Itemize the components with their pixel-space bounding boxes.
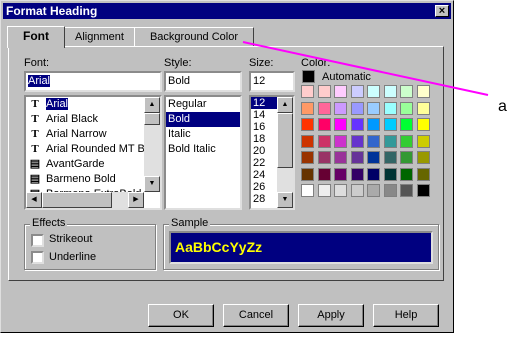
annotation-layer xyxy=(242,41,489,96)
annotation-label: a xyxy=(498,98,507,116)
annotation-label-text: a xyxy=(498,98,507,115)
annotation-pointer-line xyxy=(242,41,489,96)
tab-font-label: Font xyxy=(23,29,49,43)
tab-font[interactable]: Font xyxy=(7,26,65,48)
